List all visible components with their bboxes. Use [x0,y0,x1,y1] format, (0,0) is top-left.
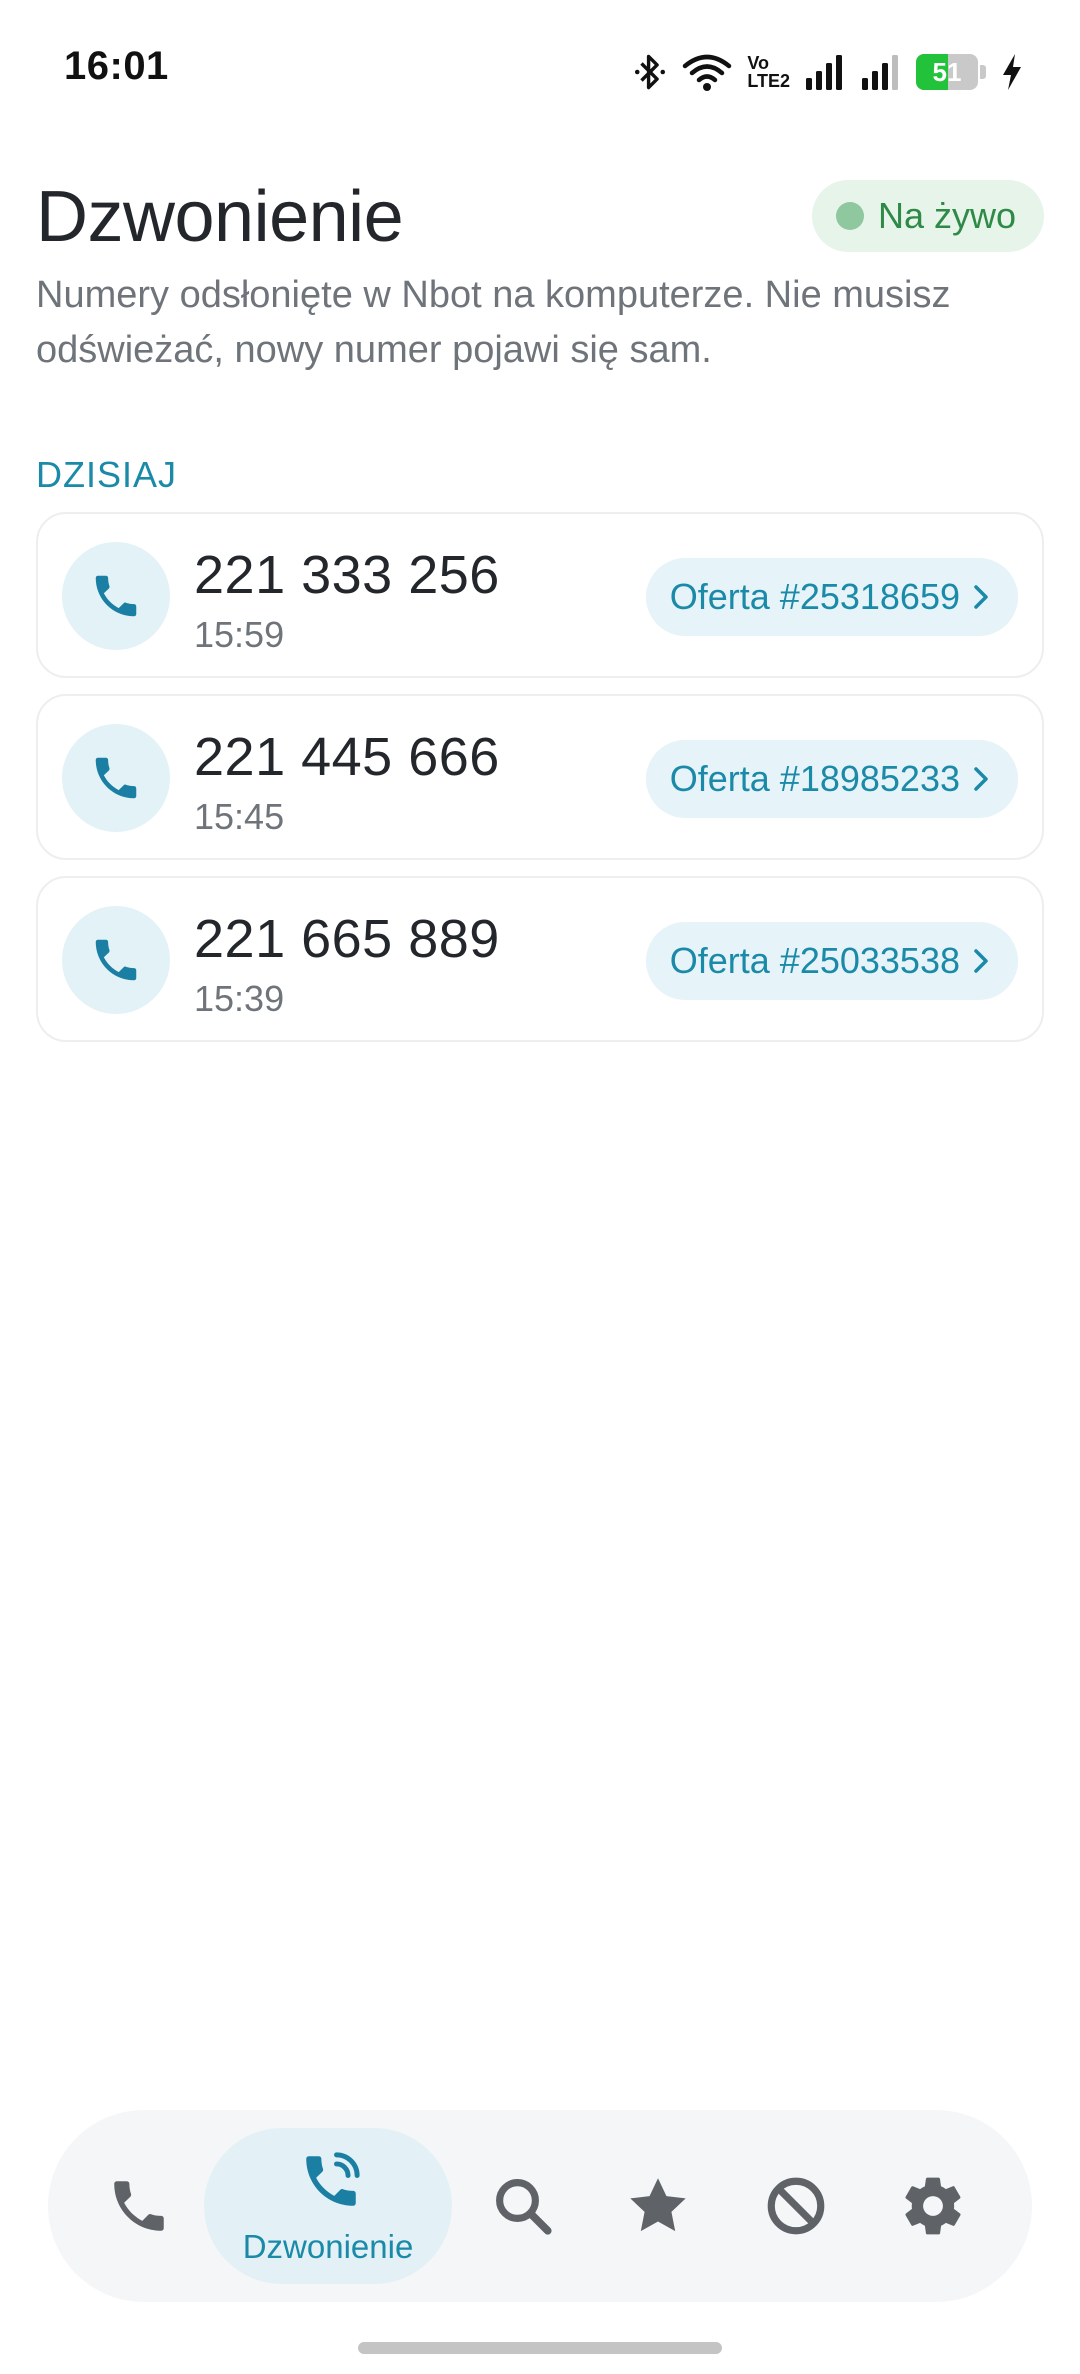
volte-bottom-label: LTE2 [747,71,790,91]
call-list: 221 333 256 15:59 Oferta #25318659 221 4… [36,512,1044,1058]
charging-icon [1003,54,1021,90]
bluetooth-icon [635,54,666,90]
search-icon [496,2179,552,2235]
page-subtitle: Numery odsłonięte w Nbot na komputerze. … [36,274,951,371]
status-time: 16:01 [64,44,169,88]
nav-item-search[interactable] [468,2110,578,2302]
section-label-today: DZISIAJ [36,454,178,495]
gear-icon [905,2177,961,2235]
offer-link[interactable]: Oferta #25318659 [645,558,1018,636]
call-avatar [62,542,170,650]
call-item[interactable]: 221 445 666 15:45 Oferta #18985233 [36,694,1044,860]
call-item[interactable]: 221 665 889 15:39 Oferta #25033538 [36,876,1044,1042]
block-icon [767,2177,825,2235]
phone-icon [95,757,137,799]
call-avatar [62,724,170,832]
call-number: 221 445 666 [194,727,500,787]
call-number: 221 333 256 [194,545,500,605]
battery-icon: 51 [916,54,986,90]
signal-icon [862,55,898,90]
wifi-icon [683,54,732,91]
chevron-right-icon [974,949,988,973]
call-time: 15:59 [194,614,285,655]
call-time: 15:45 [194,796,285,837]
phone-icon [95,575,137,617]
bottom-nav: Dzwonienie [48,2110,1032,2302]
status-icons: Vo LTE2 51 [633,48,1024,96]
status-bar: 16:01 Vo LTE2 51 [0,0,1080,140]
chevron-right-icon [974,767,988,791]
star-icon [630,2178,686,2232]
offer-label: Oferta #18985233 [669,758,960,799]
offer-label: Oferta #25033538 [669,940,960,981]
battery-level: 51 [932,57,962,87]
signal-icon [806,55,842,90]
volte-icon: Vo LTE2 [747,54,790,90]
nav-active-label: Dzwonienie [242,2228,414,2265]
nav-item-blocked[interactable] [741,2110,851,2302]
call-number: 221 665 889 [194,909,500,969]
live-dot-icon [835,202,864,230]
page-title: Dzwonienie [36,177,404,257]
chevron-right-icon [974,585,988,609]
call-time: 15:39 [194,978,285,1019]
call-item[interactable]: 221 333 256 15:59 Oferta #25318659 [36,512,1044,678]
offer-link[interactable]: Oferta #25033538 [645,922,1018,1000]
live-badge: Na żywo [811,180,1044,252]
volte-top-label: Vo [747,53,769,73]
call-avatar [62,906,170,1014]
offer-link[interactable]: Oferta #18985233 [645,740,1018,818]
phone-ringing-icon [306,2152,360,2206]
home-indicator[interactable] [358,2342,722,2354]
nav-item-dzwonienie[interactable]: Dzwonienie [204,2128,452,2284]
nav-item-phone[interactable] [84,2110,194,2302]
nav-item-settings[interactable] [878,2110,988,2302]
nav-item-favorites[interactable] [603,2110,713,2302]
live-badge-label: Na żywo [877,195,1016,236]
offer-label: Oferta #25318659 [669,576,960,617]
phone-icon [95,939,137,981]
phone-icon [114,2181,164,2231]
